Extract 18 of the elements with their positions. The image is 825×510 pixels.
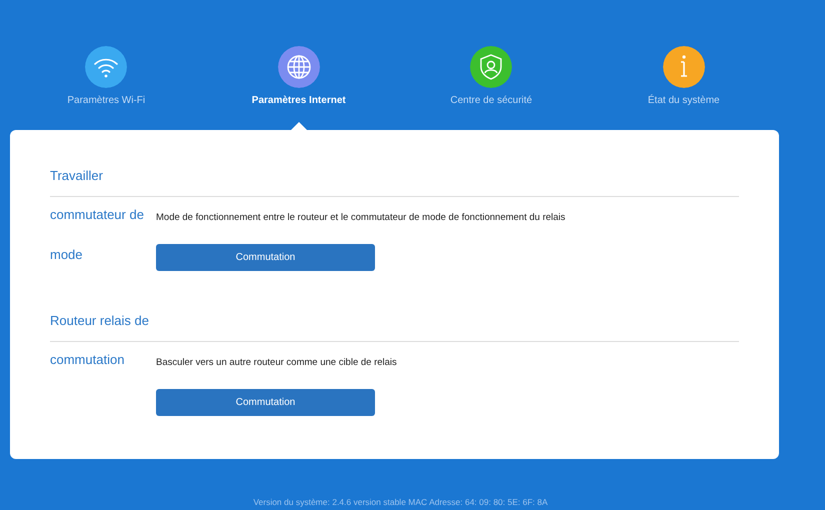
setting-description: Basculer vers un autre routeur comme une cible de relais — [156, 356, 398, 368]
info-icon[interactable] — [662, 46, 705, 88]
wifi-icon[interactable] — [85, 46, 128, 88]
setting-description: Mode de fonctionnement entre le routeur et le commutateur de mode de fonctionnement du relais — [156, 212, 566, 222]
setting-label: mode — [50, 247, 84, 262]
globe-icon[interactable] — [278, 46, 320, 88]
switch-button[interactable]: Commutation — [156, 388, 375, 416]
tab[interactable]: État du système — [648, 95, 720, 106]
tab[interactable]: Paramètres Wi-Fi — [67, 95, 146, 106]
tab[interactable]: Paramètres Internet — [252, 95, 346, 106]
section-heading: Routeur relais de — [50, 312, 150, 330]
shield-user-icon[interactable] — [470, 46, 512, 88]
switch-button[interactable]: Commutation — [156, 244, 375, 270]
setting-label: commutation — [50, 352, 126, 367]
setting-label: commutateur de — [50, 207, 145, 222]
section-heading: Travailler — [50, 167, 104, 185]
system-version-info: Version du système: 2.4.6 version stable MAC Adresse: 64: 09: 80: 5E: 6F: 8A — [253, 497, 548, 507]
tab[interactable]: Centre de sécurité — [450, 95, 532, 106]
